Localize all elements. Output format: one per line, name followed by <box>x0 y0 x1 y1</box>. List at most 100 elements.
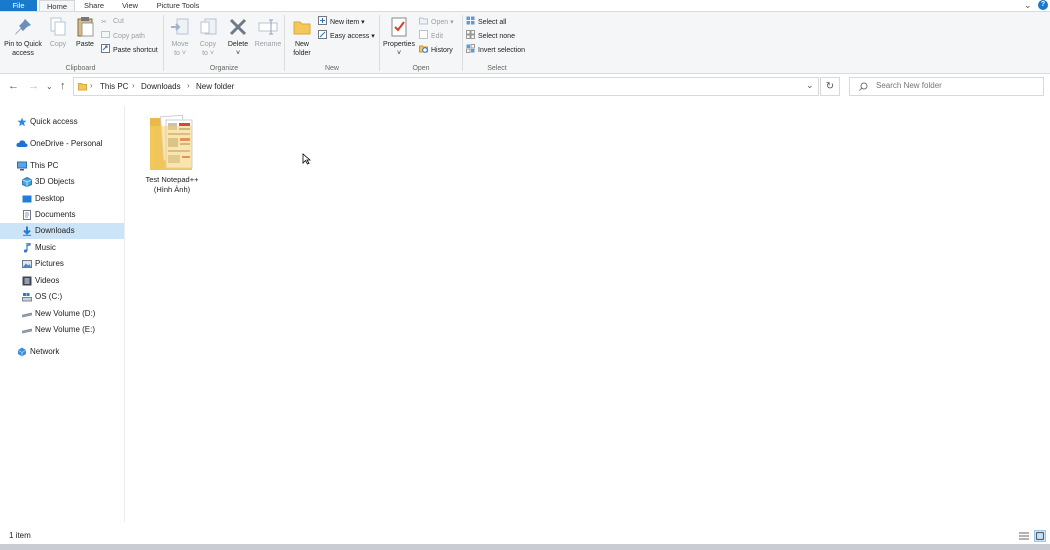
details-view-icon[interactable] <box>1018 530 1030 542</box>
paste-button[interactable]: Paste <box>72 16 98 49</box>
open-group: Properties ˅ Open ▾ Edit History Open <box>381 12 461 74</box>
nav-new-volume-d[interactable]: New Volume (D:) <box>0 306 124 322</box>
desktop-icon <box>22 195 32 203</box>
large-icons-view-icon[interactable] <box>1034 530 1046 542</box>
copy-button[interactable]: Copy <box>46 16 70 49</box>
tab-share[interactable]: Share <box>78 0 110 11</box>
recent-locations-chevron-icon[interactable]: ⌄ <box>46 82 53 91</box>
forward-arrow-icon[interactable]: → <box>28 80 39 92</box>
move-to-button[interactable]: Move to ˅ <box>167 16 193 58</box>
rename-button[interactable]: Rename <box>253 16 283 49</box>
breadcrumb-downloads[interactable]: Downloads <box>141 82 181 91</box>
copy-to-button[interactable]: Copy to ˅ <box>195 16 221 58</box>
open-icon <box>419 17 428 25</box>
easy-access-button[interactable]: Easy access ▾ <box>318 30 375 42</box>
breadcrumb-separator: › <box>132 81 135 90</box>
nav-documents[interactable]: Documents <box>0 207 124 223</box>
nav-label: Documents <box>35 210 76 219</box>
select-group-label: Select <box>487 65 507 72</box>
nav-label: New Volume (E:) <box>35 325 96 334</box>
nav-label: This PC <box>30 161 59 170</box>
tab-picture-tools[interactable]: Picture Tools <box>150 0 206 11</box>
open-button[interactable]: Open ▾ <box>419 16 454 28</box>
copy-path-icon <box>101 31 110 38</box>
ribbon-collapse-icon[interactable]: ⌄ <box>1024 0 1032 11</box>
search-box[interactable] <box>849 77 1044 96</box>
breadcrumb-new-folder[interactable]: New folder <box>196 82 234 91</box>
history-label: History <box>431 47 453 54</box>
copy-to-label-2: to ˅ <box>202 50 214 57</box>
nav-label: OS (C:) <box>35 292 63 301</box>
nav-new-volume-e[interactable]: New Volume (E:) <box>0 322 124 338</box>
organize-group-label: Organize <box>209 65 239 72</box>
properties-label: Properties <box>383 41 415 48</box>
properties-dropdown-arrow: ˅ <box>396 50 402 57</box>
invert-selection-button[interactable]: Invert selection <box>466 44 525 56</box>
easy-access-label: Easy access ▾ <box>330 33 375 40</box>
nav-videos[interactable]: Videos <box>0 273 124 289</box>
address-dropdown-chevron-icon[interactable]: ⌄ <box>806 80 814 91</box>
select-all-button[interactable]: Select all <box>466 16 506 28</box>
nav-onedrive[interactable]: OneDrive - Personal <box>0 136 124 152</box>
copy-path-button[interactable]: Copy path <box>101 30 145 42</box>
cut-button[interactable]: ✂ Cut <box>101 16 124 28</box>
nav-quick-access[interactable]: Quick access <box>0 114 124 130</box>
up-arrow-icon[interactable]: ↑ <box>60 80 66 92</box>
back-arrow-icon[interactable]: ← <box>8 80 19 92</box>
paste-shortcut-button[interactable]: Paste shortcut <box>101 44 158 56</box>
history-button[interactable]: History <box>419 44 453 56</box>
cloud-icon <box>16 140 28 147</box>
nav-network[interactable]: Network <box>0 344 124 360</box>
nav-label: Downloads <box>35 226 75 235</box>
address-toolbar: ← → ⌄ ↑ › This PC › Downloads › New fold… <box>0 75 1050 99</box>
new-item-button[interactable]: New item ▾ <box>318 16 365 28</box>
move-to-icon <box>171 18 189 35</box>
pin-to-quick-access-button[interactable]: Pin to Quick access <box>2 16 44 58</box>
nav-label: Network <box>30 347 60 356</box>
address-bar[interactable]: › This PC › Downloads › New folder ⌄ <box>73 77 819 96</box>
edit-label: Edit <box>431 33 444 40</box>
open-label: Open ▾ <box>431 19 454 26</box>
copy-path-label: Copy path <box>113 33 145 40</box>
tab-view[interactable]: View <box>114 0 146 11</box>
nav-this-pc[interactable]: This PC <box>0 158 124 174</box>
ribbon-divider <box>284 15 285 71</box>
tab-file[interactable]: File <box>0 0 37 11</box>
ribbon-divider <box>379 15 380 71</box>
network-icon <box>17 347 27 357</box>
folder-item[interactable]: Test Notepad++ (Hình Ảnh) <box>138 112 206 202</box>
delete-button[interactable]: Delete ˅ <box>224 16 252 58</box>
music-note-icon <box>23 243 31 253</box>
download-arrow-icon <box>23 226 31 236</box>
breadcrumb-this-pc[interactable]: This PC <box>100 82 128 91</box>
nav-label: OneDrive - Personal <box>30 139 103 148</box>
nav-label: Music <box>35 243 56 252</box>
nav-music[interactable]: Music <box>0 240 124 256</box>
select-none-button[interactable]: Select none <box>466 30 515 42</box>
folder-name-line-1: Test Notepad++ <box>145 175 199 184</box>
folder-icon <box>78 83 87 91</box>
mouse-cursor-icon <box>302 153 311 165</box>
nav-pictures[interactable]: Pictures <box>0 256 124 272</box>
select-none-label: Select none <box>478 33 515 40</box>
nav-os-c[interactable]: OS (C:) <box>0 289 124 305</box>
folder-name-line-2: (Hình Ảnh) <box>153 185 191 194</box>
pane-divider[interactable] <box>124 106 125 522</box>
nav-downloads[interactable]: Downloads <box>0 223 124 239</box>
new-folder-button[interactable]: New folder <box>288 16 316 58</box>
refresh-icon[interactable]: ↻ <box>820 77 840 96</box>
edit-button[interactable]: Edit <box>419 30 443 42</box>
tab-home[interactable]: Home <box>39 0 75 11</box>
nav-label: Desktop <box>35 194 65 203</box>
nav-desktop[interactable]: Desktop <box>0 191 124 207</box>
copy-label: Copy <box>49 41 67 48</box>
easy-access-icon <box>318 30 327 39</box>
search-input[interactable] <box>876 81 1036 90</box>
paste-shortcut-icon <box>101 44 110 53</box>
move-to-label-1: Move <box>171 41 189 48</box>
properties-button[interactable]: Properties ˅ <box>382 16 416 58</box>
folder-name: Test Notepad++ (Hình Ảnh) <box>138 175 206 195</box>
edit-icon <box>419 30 428 39</box>
help-icon[interactable]: ? <box>1038 0 1048 10</box>
nav-3d-objects[interactable]: 3D Objects <box>0 174 124 190</box>
